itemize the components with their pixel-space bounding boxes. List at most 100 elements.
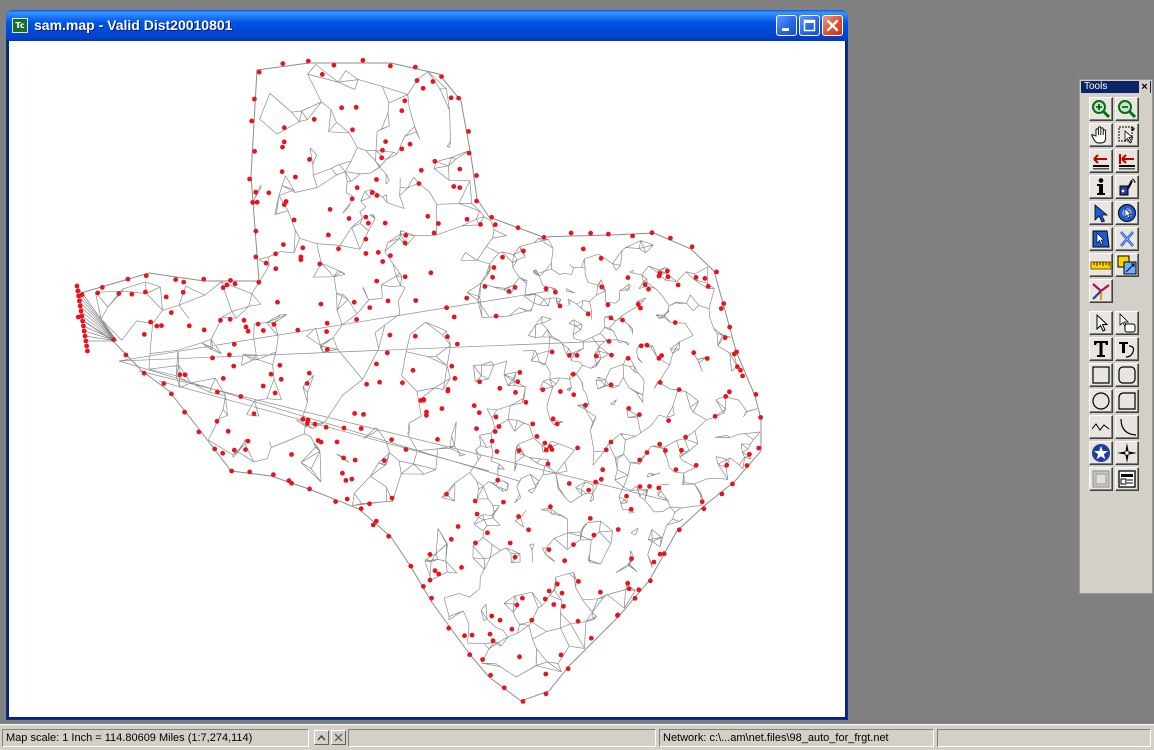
zone-centroid: [436, 571, 442, 577]
zone-centroid: [252, 96, 257, 102]
zone-centroid: [491, 265, 497, 270]
zone-centroid: [375, 250, 381, 255]
zone-centroid: [665, 268, 670, 274]
ruler-icon: [1090, 261, 1112, 270]
zone-centroid: [373, 518, 379, 524]
zone-centroid: [341, 455, 346, 461]
zone-centroid: [668, 235, 673, 241]
zone-centroid: [291, 217, 297, 223]
maximize-button[interactable]: [799, 15, 820, 36]
zone-centroid: [252, 148, 257, 154]
previous-scale-button[interactable]: [1089, 149, 1113, 173]
zone-centroid: [427, 577, 433, 583]
polygon-select-button[interactable]: [1089, 227, 1113, 251]
map-canvas[interactable]: [9, 41, 845, 717]
curved-text-icon: [1119, 342, 1135, 358]
zone-centroid: [546, 547, 552, 552]
arrow-select-button[interactable]: [1089, 311, 1113, 335]
zone-centroid: [273, 266, 279, 272]
polyline-tool-button[interactable]: [1089, 415, 1113, 439]
zone-centroid: [455, 524, 461, 529]
zoom-in-button[interactable]: [1089, 97, 1113, 121]
minimize-button[interactable]: [776, 15, 797, 36]
zone-centroid: [676, 527, 682, 533]
zone-centroid: [469, 632, 475, 638]
network-path-button[interactable]: [1089, 279, 1113, 303]
zone-centroid: [488, 672, 493, 678]
zone-centroid: [218, 317, 223, 323]
clear-selection-button[interactable]: [1115, 227, 1139, 251]
info-button[interactable]: [1089, 175, 1113, 199]
ruler-button[interactable]: [1089, 253, 1113, 277]
zone-centroid: [600, 467, 606, 473]
zone-centroid: [735, 364, 740, 370]
zone-centroid: [512, 554, 518, 560]
zone-centroid: [462, 633, 467, 639]
zone-centroid: [744, 463, 750, 468]
curved-text-button[interactable]: [1115, 337, 1139, 361]
circle-tool-button[interactable]: [1089, 389, 1113, 413]
zone-centroid: [364, 381, 369, 387]
zone-centroid: [354, 185, 360, 191]
north-arrow-button[interactable]: [1115, 441, 1139, 465]
zone-centroid: [507, 540, 513, 546]
zone-centroid: [676, 387, 682, 392]
legend-button[interactable]: [1115, 467, 1139, 491]
zone-centroid: [714, 269, 719, 275]
star-symbol-button[interactable]: [1089, 441, 1113, 465]
tools-title-bar[interactable]: Tools ×: [1081, 81, 1151, 93]
zone-centroid: [526, 527, 531, 533]
full-extent-button[interactable]: [1115, 149, 1139, 173]
zone-centroid: [268, 371, 274, 377]
pan-button[interactable]: [1089, 123, 1113, 147]
zoom-to-cursor-button[interactable]: [1115, 123, 1139, 147]
zone-centroid: [384, 350, 390, 356]
zone-centroid: [637, 457, 643, 463]
zone-centroid: [490, 274, 495, 280]
zone-centroid: [506, 289, 512, 294]
hand-arrow-button[interactable]: [1115, 311, 1139, 335]
text-tool-button[interactable]: [1089, 337, 1113, 361]
zone-centroid: [250, 200, 256, 205]
zone-centroid: [247, 176, 253, 182]
close-button[interactable]: [822, 15, 843, 36]
rectangle-tool-button[interactable]: [1089, 363, 1113, 387]
rectangle-icon: [1092, 366, 1110, 384]
zone-centroid: [319, 72, 325, 77]
zone-centroid: [333, 499, 338, 504]
scale-cancel-button[interactable]: [331, 730, 346, 745]
zone-centroid: [567, 353, 572, 358]
zone-centroid: [279, 169, 285, 175]
map-app-icon[interactable]: Tc: [12, 18, 28, 33]
scale-up-button[interactable]: [314, 730, 329, 745]
radius-select-icon: [1118, 204, 1136, 222]
zone-centroid: [517, 654, 522, 660]
hotlink-button[interactable]: [1115, 175, 1139, 199]
zone-centroid: [168, 310, 174, 315]
rounded-rectangle-tool-button[interactable]: [1115, 363, 1139, 387]
map-layers-button[interactable]: [1115, 253, 1139, 277]
zone-centroid: [227, 316, 233, 322]
zone-centroid: [349, 476, 355, 482]
tools-close-button[interactable]: ×: [1139, 81, 1150, 93]
arc-tool-button[interactable]: [1115, 415, 1139, 439]
title-bar[interactable]: Tc sam.map - Valid Dist20010801: [6, 10, 848, 41]
zone-centroid: [547, 444, 553, 449]
zone-centroid: [571, 542, 576, 547]
zoom-out-button[interactable]: [1115, 97, 1139, 121]
zone-centroid: [693, 275, 699, 280]
zone-centroid: [543, 691, 549, 697]
zone-centroid: [383, 139, 388, 144]
radius-select-button[interactable]: [1115, 201, 1139, 225]
zone-centroid: [271, 322, 277, 327]
frame-button[interactable]: [1089, 467, 1113, 491]
zone-centroid: [251, 411, 257, 417]
zone-centroid: [689, 244, 695, 250]
zone-centroid: [473, 540, 478, 546]
pointer-select-button[interactable]: [1089, 201, 1113, 225]
zone-centroid: [587, 516, 593, 521]
zone-centroid: [271, 472, 276, 478]
zone-centroid: [625, 580, 631, 586]
zone-centroid: [412, 64, 418, 70]
freehand-shape-tool-button[interactable]: [1115, 389, 1139, 413]
